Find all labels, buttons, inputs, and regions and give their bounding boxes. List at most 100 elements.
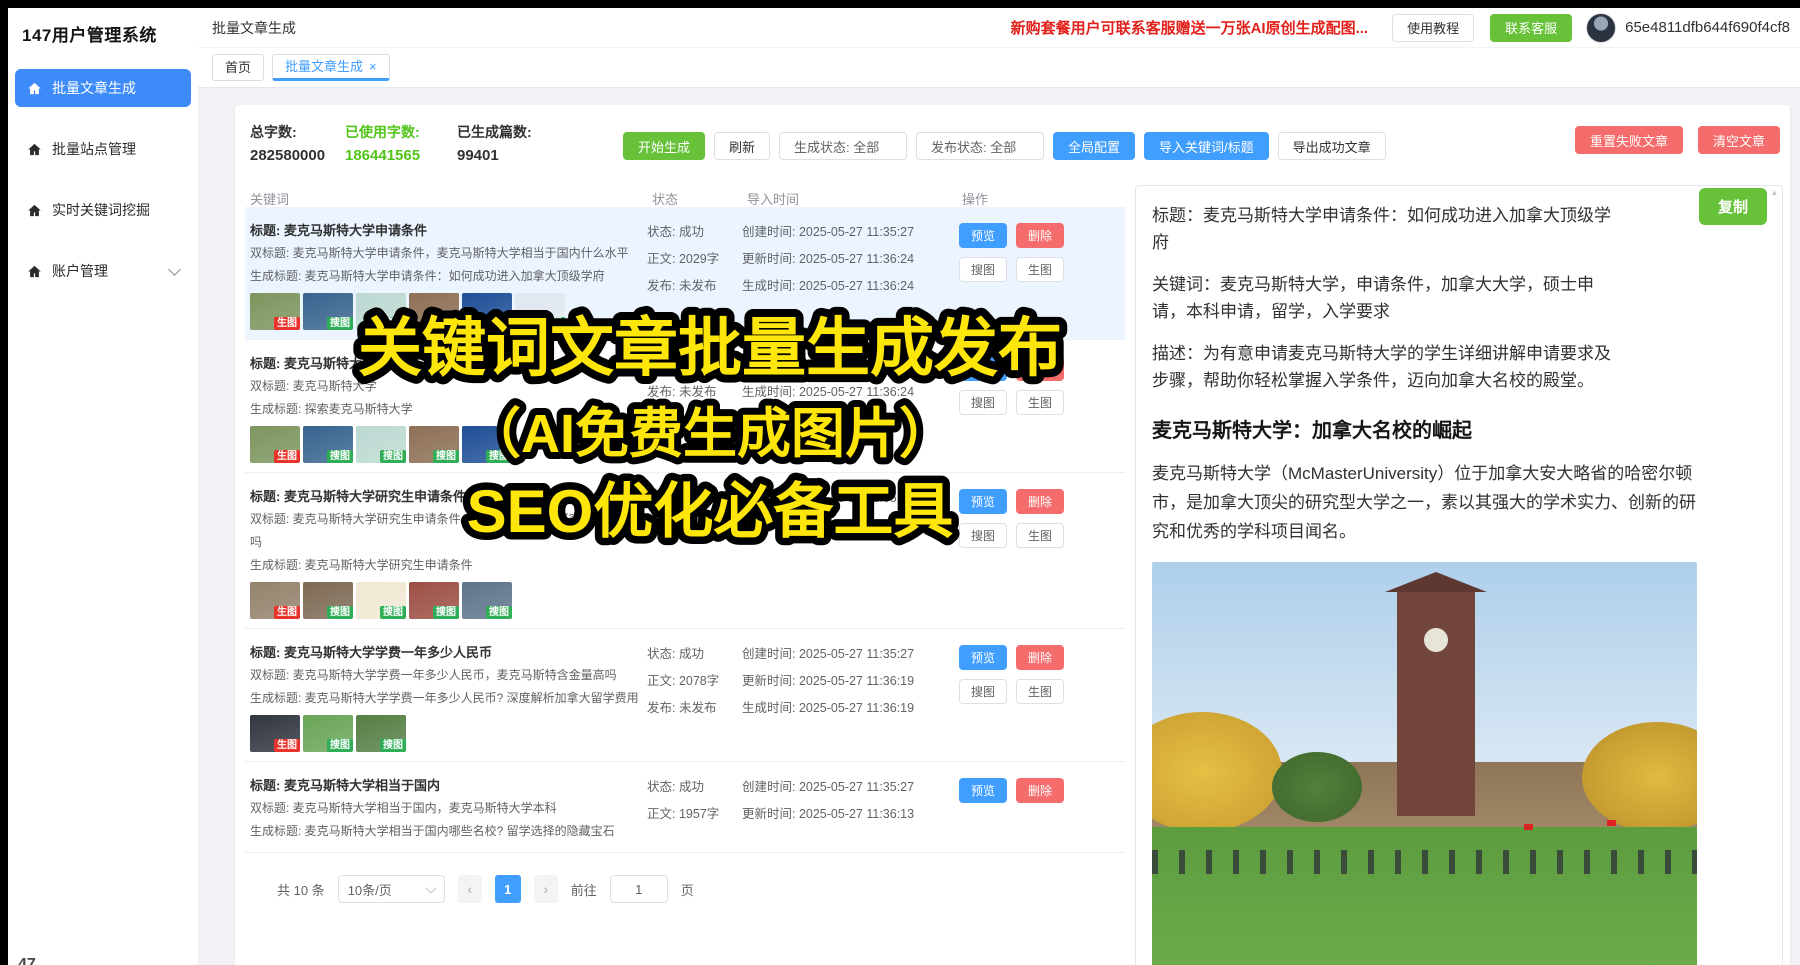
table-row[interactable]: 标题: 麦克马斯特大学学费一年多少人民币双标题: 麦克马斯特大学学费一年多少人民… [245,629,1125,762]
time-line: 创建时间: 2025-05-27 11:35:27 [742,485,957,512]
sidebar-item-batch-site[interactable]: 批量站点管理 [15,130,191,168]
export-success-button[interactable]: 导出成功文章 [1278,132,1386,160]
sidebar-item-label: 批量站点管理 [52,139,136,159]
actions-cell: 预览删除搜图生图 [957,641,1081,752]
article-thumbnail[interactable]: 搜图 [356,715,406,752]
article-thumbnail[interactable]: 搜图 [462,582,512,619]
delete-button[interactable]: 删除 [1016,645,1064,670]
delete-button[interactable]: 删除 [1016,223,1064,248]
article-double-title: 双标题: 麦克马斯特大学相当于国内，麦克马斯特大学本科 [245,797,647,820]
import-keywords-button[interactable]: 导入关键词/标题 [1144,132,1269,160]
preview-button[interactable]: 预览 [959,356,1007,381]
article-thumbnail[interactable]: 搜图 [409,293,459,330]
article-thumbnail[interactable]: 搜图 [515,293,565,330]
goto-page-input[interactable] [610,875,668,903]
status-line: 正文: 1957字 [647,801,742,828]
photo-grass [1152,827,1697,965]
time-cell: 创建时间: 2025-05-27 11:35:27更新时间: 2025-05-2… [742,774,957,843]
article-thumbnail[interactable]: 搜图 [356,426,406,463]
article-thumbnail[interactable]: 搜图 [409,426,459,463]
column-keyword: 关键词 [245,189,647,208]
generate-image-button[interactable]: 生图 [1016,523,1064,548]
avatar[interactable] [1586,13,1616,43]
tab-bar: 首页 批量文章生成 × [198,48,1800,88]
time-line: 更新时间: 2025-05-27 11:36:24 [742,246,957,273]
search-image-button[interactable]: 搜图 [959,390,1007,415]
delete-button[interactable]: 删除 [1016,489,1064,514]
generate-image-button[interactable]: 生图 [1016,390,1064,415]
delete-button[interactable]: 删除 [1016,778,1064,803]
sidebar-item-account[interactable]: 账户管理 [15,252,191,290]
global-config-button[interactable]: 全局配置 [1053,132,1135,160]
article-thumbnail[interactable]: 搜图 [462,426,512,463]
status-line: 状态: 成功 [647,485,742,512]
sidebar-item-keyword-mining[interactable]: 实时关键词挖掘 [15,191,191,229]
thumbnail-badge: 生图 [274,450,300,463]
publish-status-select[interactable]: 发布状态: 全部 [916,132,1044,160]
current-page-button[interactable]: 1 [495,875,521,903]
status-cell: 状态: 成功正文: 2078字发布: 未发布 [647,641,742,752]
article-thumbnail[interactable]: 生图 [250,293,300,330]
stat-value: 282580000 [250,144,325,168]
article-thumbnail[interactable]: 搜图 [303,582,353,619]
photo-flag [1524,824,1533,830]
preview-button[interactable]: 预览 [959,778,1007,803]
tutorial-button[interactable]: 使用教程 [1392,14,1474,42]
reset-failed-button[interactable]: 重置失败文章 [1575,126,1683,154]
article-thumbnail[interactable]: 生图 [250,426,300,463]
article-thumbnail[interactable]: 搜图 [462,293,512,330]
next-page-button[interactable]: › [534,875,558,903]
thumbnail-badge: 生图 [274,317,300,330]
promo-notice[interactable]: 新购套餐用户可联系客服赠送一万张AI原创生成配图... [1011,17,1369,38]
sidebar-item-batch-article[interactable]: 批量文章生成 [15,69,191,107]
thumbnail-badge: 搜图 [380,450,406,463]
start-generate-button[interactable]: 开始生成 [623,132,705,160]
preview-button[interactable]: 预览 [959,489,1007,514]
thumbnail-badge: 搜图 [327,739,353,752]
article-thumbnail[interactable]: 搜图 [356,293,406,330]
refresh-button[interactable]: 刷新 [714,132,770,160]
status-line: 正文: 2078字 [647,668,742,695]
tab-home[interactable]: 首页 [212,54,264,81]
keyword-cell: 标题: 麦克马斯特大学申请条件双标题: 麦克马斯特大学申请条件，麦克马斯特大学相… [245,219,647,330]
article-thumbnail[interactable]: 生图 [250,715,300,752]
generate-status-select[interactable]: 生成状态: 全部 [779,132,907,160]
table-row[interactable]: 标题: 麦克马斯特大学申请条件双标题: 麦克马斯特大学申请条件，麦克马斯特大学相… [245,207,1125,340]
table-row[interactable]: 标题: 麦克马斯特大学研究生申请条件双标题: 麦克马斯特大学研究生申请条件，麦克… [245,473,1125,629]
article-thumbnail[interactable]: 搜图 [356,582,406,619]
scrollbar-up-icon[interactable]: ▲ [1769,188,1780,198]
preview-button[interactable]: 预览 [959,223,1007,248]
page-size-select[interactable]: 10条/页 [338,875,445,903]
delete-button[interactable]: 删除 [1016,356,1064,381]
status-cell: 状态: 成功正文: 2029字发布: 未发布 [647,219,742,330]
article-thumbnail[interactable]: 搜图 [409,582,459,619]
article-double-title: 双标题: 麦克马斯特大学 [245,375,647,398]
stat-value: 186441565 [345,144,420,168]
search-image-button[interactable]: 搜图 [959,679,1007,704]
status-line: 状态: 成功 [647,641,742,668]
article-double-title: 双标题: 麦克马斯特大学学费一年多少人民币，麦克马斯特含金量高吗 [245,664,647,687]
generate-image-button[interactable]: 生图 [1016,257,1064,282]
preview-button[interactable]: 预览 [959,645,1007,670]
article-double-title: 双标题: 麦克马斯特大学研究生申请条件，麦克马斯特大学研究生容易申请吗 [245,508,647,554]
generate-image-button[interactable]: 生图 [1016,679,1064,704]
article-thumbnail[interactable]: 搜图 [303,426,353,463]
tab-batch-article[interactable]: 批量文章生成 × [272,54,390,81]
close-tab-icon[interactable]: × [369,54,377,79]
thumbnail-badge: 搜图 [486,606,512,619]
article-thumbnail[interactable]: 搜图 [303,293,353,330]
contact-support-button[interactable]: 联系客服 [1490,14,1572,42]
stat-value: 99401 [457,144,532,168]
table-row[interactable]: 标题: 麦克马斯特大学相当于国内双标题: 麦克马斯特大学相当于国内，麦克马斯特大… [245,762,1125,853]
search-image-button[interactable]: 搜图 [959,257,1007,282]
article-thumbnail[interactable]: 生图 [250,582,300,619]
sidebar-item-label: 实时关键词挖掘 [52,200,150,220]
prev-page-button[interactable]: ‹ [458,875,482,903]
table-row[interactable]: 标题: 麦克马斯特大学双标题: 麦克马斯特大学生成标题: 探索麦克马斯特大学生图… [245,340,1125,473]
search-image-button[interactable]: 搜图 [959,523,1007,548]
time-line: 创建时间: 2025-05-27 11:35:27 [742,219,957,246]
copy-button[interactable]: 复制 [1699,188,1767,225]
article-thumbnail[interactable]: 搜图 [303,715,353,752]
clear-articles-button[interactable]: 清空文章 [1698,126,1780,154]
status-line: 状态: 成功 [647,774,742,801]
